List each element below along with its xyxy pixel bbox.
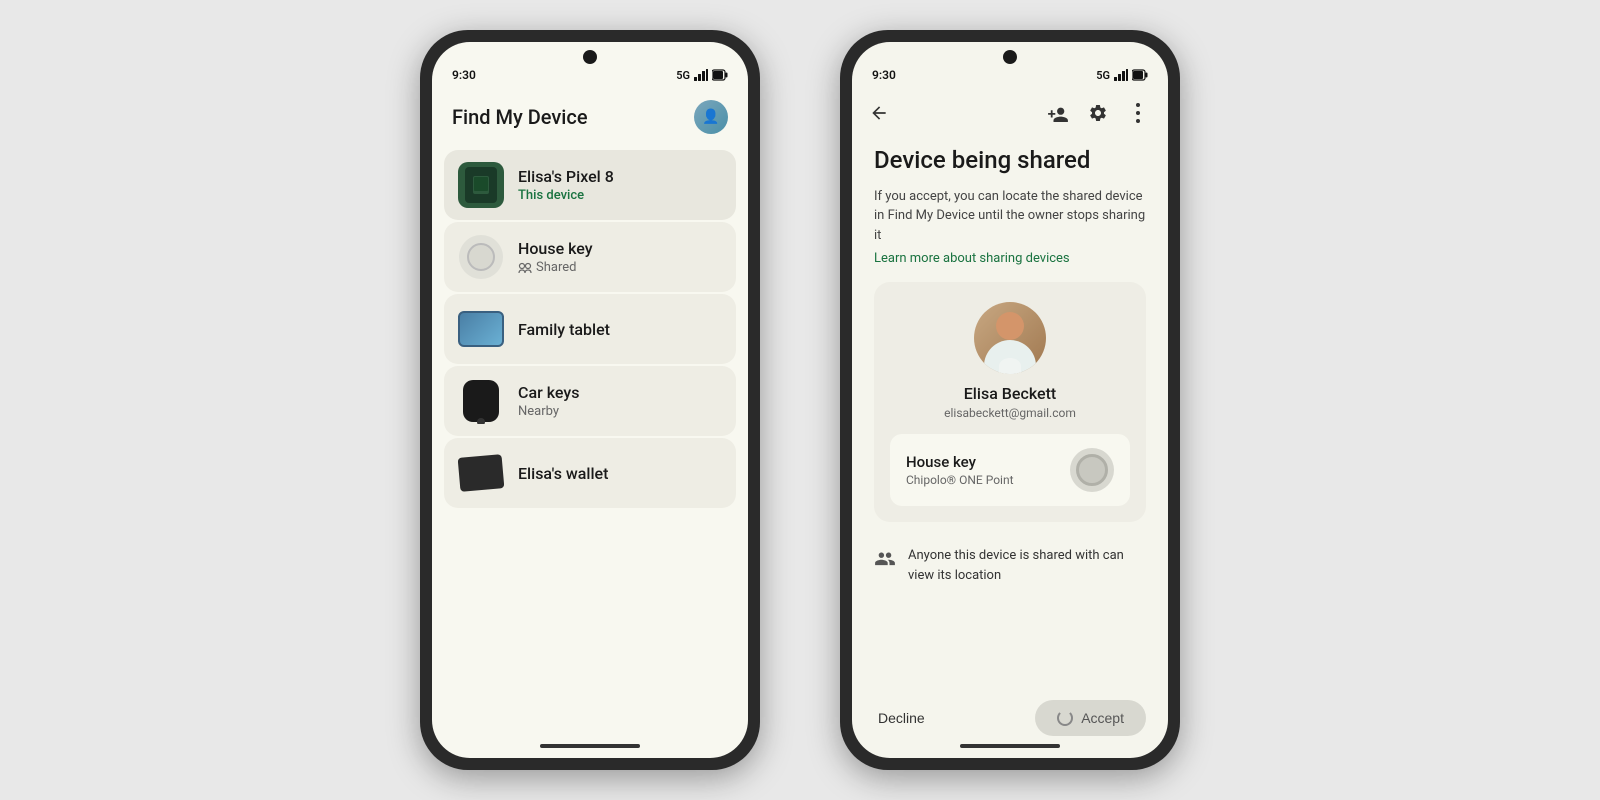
people-icon	[874, 548, 896, 566]
device-sub: This device	[518, 188, 722, 203]
device-list: Elisa's Pixel 8 This device House key	[432, 150, 748, 736]
sharer-name: Elisa Beckett	[890, 384, 1130, 403]
device-name: House key	[518, 239, 722, 258]
list-item[interactable]: Car keys Nearby	[444, 366, 736, 436]
learn-more-link[interactable]: Learn more about sharing devices	[874, 251, 1146, 266]
housekey-icon	[459, 235, 503, 279]
add-person-button[interactable]	[1044, 99, 1072, 127]
battery-icon-1	[712, 69, 728, 81]
device-icon-tablet	[458, 306, 504, 352]
signal-icon-2	[1114, 69, 1128, 81]
page-description: If you accept, you can locate the shared…	[874, 187, 1146, 246]
phone-1-screen: 9:30 5G Find My Device 👤	[432, 42, 748, 758]
app-title-1: Find My Device	[452, 105, 588, 129]
status-bar-2: 9:30 5G	[852, 68, 1168, 88]
decline-button[interactable]: Decline	[874, 702, 929, 734]
camera-dot-2	[1003, 50, 1017, 64]
device-icon-carkeys	[458, 378, 504, 424]
status-icons-2: 5G	[1096, 69, 1148, 82]
wallet-icon	[458, 454, 504, 492]
status-time-2: 9:30	[872, 68, 896, 82]
user-avatar-1[interactable]: 👤	[694, 100, 728, 134]
phone-2-screen: 9:30 5G	[852, 42, 1168, 758]
page-content-2: Device being shared If you accept, you c…	[852, 138, 1168, 690]
signal-icon-1	[694, 69, 708, 81]
shared-icon	[518, 262, 532, 274]
list-item[interactable]: Elisa's Pixel 8 This device	[444, 150, 736, 220]
device-info-tablet: Family tablet	[518, 320, 722, 339]
status-icons-1: 5G	[676, 69, 728, 82]
signal-label-1: 5G	[676, 69, 690, 82]
person-head	[996, 312, 1024, 340]
status-bar-1: 9:30 5G	[432, 68, 748, 88]
shared-device-card: House key Chipolo® ONE Point	[890, 434, 1130, 506]
signal-label-2: 5G	[1096, 69, 1110, 82]
action-row: Decline Accept	[852, 690, 1168, 736]
notch-2	[852, 42, 1168, 68]
device-info-carkeys: Car keys Nearby	[518, 383, 722, 419]
back-header	[852, 88, 1168, 138]
phone-1: 9:30 5G Find My Device 👤	[420, 30, 760, 770]
device-icon-housekey	[458, 234, 504, 280]
status-time-1: 9:30	[452, 68, 476, 82]
accept-button[interactable]: Accept	[1035, 700, 1146, 736]
add-person-icon	[1047, 104, 1069, 122]
battery-icon-2	[1132, 69, 1148, 81]
device-sub: Shared	[518, 260, 722, 275]
device-sub: Nearby	[518, 404, 722, 419]
device-name: Family tablet	[518, 320, 722, 339]
device-icon-wallet	[458, 450, 504, 496]
settings-button[interactable]	[1084, 99, 1112, 127]
person-collar	[999, 358, 1021, 374]
device-info-housekey: House key Shared	[518, 239, 722, 275]
app-header-1: Find My Device 👤	[432, 88, 748, 150]
share-notice: Anyone this device is shared with can vi…	[874, 538, 1146, 593]
sharing-card: Elisa Beckett elisabeckett@gmail.com Hou…	[874, 282, 1146, 522]
device-name: Car keys	[518, 383, 722, 402]
carkeys-icon	[463, 380, 499, 422]
loading-spinner	[1057, 710, 1073, 726]
back-arrow-icon	[869, 103, 889, 123]
camera-dot-1	[583, 50, 597, 64]
phone-2: 9:30 5G	[840, 30, 1180, 770]
shared-device-icon	[1070, 448, 1114, 492]
key-icon	[1076, 454, 1108, 486]
avatar-image-1: 👤	[694, 100, 728, 134]
shared-device-model: Chipolo® ONE Point	[906, 473, 1014, 487]
device-icon-pixel	[458, 162, 504, 208]
notch-1	[432, 42, 748, 68]
accept-label: Accept	[1081, 710, 1124, 726]
share-notice-text: Anyone this device is shared with can vi…	[908, 546, 1146, 585]
phone-screen-icon	[472, 175, 490, 195]
more-icon	[1136, 103, 1140, 123]
pixel-screen	[465, 167, 497, 203]
list-item[interactable]: Family tablet	[444, 294, 736, 364]
page-title: Device being shared	[874, 146, 1146, 175]
home-indicator-2	[960, 744, 1060, 748]
header-actions	[1044, 99, 1152, 127]
device-name: Elisa's Pixel 8	[518, 167, 722, 186]
key-shape	[467, 243, 495, 271]
list-item[interactable]: Elisa's wallet	[444, 438, 736, 508]
back-button[interactable]	[862, 96, 896, 130]
tablet-icon	[458, 311, 504, 347]
device-info-pixel: Elisa's Pixel 8 This device	[518, 167, 722, 203]
sharer-avatar	[974, 302, 1046, 374]
shared-device-name: House key	[906, 453, 1014, 471]
list-item[interactable]: House key Shared	[444, 222, 736, 292]
device-card-info: House key Chipolo® ONE Point	[906, 453, 1014, 487]
sharer-image	[974, 302, 1046, 374]
shared-people-icon	[874, 548, 896, 566]
home-indicator-1	[540, 744, 640, 748]
device-name: Elisa's wallet	[518, 464, 722, 483]
settings-icon	[1088, 103, 1108, 123]
pixel-icon	[458, 162, 504, 208]
device-info-wallet: Elisa's wallet	[518, 464, 722, 483]
sharer-email: elisabeckett@gmail.com	[890, 406, 1130, 420]
more-options-button[interactable]	[1124, 99, 1152, 127]
person-body	[984, 340, 1036, 374]
